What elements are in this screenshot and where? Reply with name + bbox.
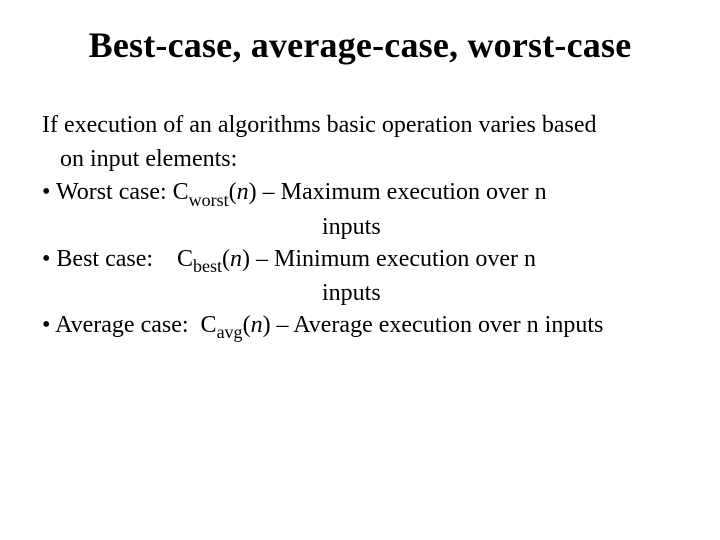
lparen: ( — [222, 246, 230, 272]
lparen: ( — [243, 312, 251, 338]
bullet-worst-label: • Worst case: C — [42, 179, 189, 205]
bullet-avg-desc: ) – Average execution over n inputs — [263, 312, 604, 338]
bullet-average-case: • Average case: Cavg(n) – Average execut… — [42, 310, 678, 345]
n-italic: n — [230, 246, 242, 272]
bullet-worst-desc: ) – Maximum execution over n — [249, 179, 547, 205]
intro-line-1: If execution of an algorithms basic oper… — [42, 110, 678, 142]
slide: Best-case, average-case, worst-case If e… — [0, 0, 720, 540]
subscript-avg: avg — [217, 322, 243, 342]
bullet-best-case: • Best case: Cbest(n) – Minimum executio… — [42, 244, 678, 279]
bullet-worst-case: • Worst case: Cworst(n) – Maximum execut… — [42, 177, 678, 212]
bullet-worst-desc-cont: inputs — [42, 212, 678, 244]
slide-body: If execution of an algorithms basic oper… — [42, 110, 678, 344]
bullet-best-desc: ) – Minimum execution over n — [242, 246, 536, 272]
n-italic: n — [237, 179, 249, 205]
bullet-best-desc-cont: inputs — [42, 278, 678, 310]
slide-title: Best-case, average-case, worst-case — [42, 24, 678, 66]
n-italic: n — [251, 312, 263, 338]
subscript-worst: worst — [189, 190, 229, 210]
bullet-best-label: • Best case: C — [42, 246, 193, 272]
bullet-avg-label: • Average case: C — [42, 312, 217, 338]
intro-line-2: on input elements: — [42, 144, 678, 176]
lparen: ( — [229, 179, 237, 205]
subscript-best: best — [193, 256, 222, 276]
